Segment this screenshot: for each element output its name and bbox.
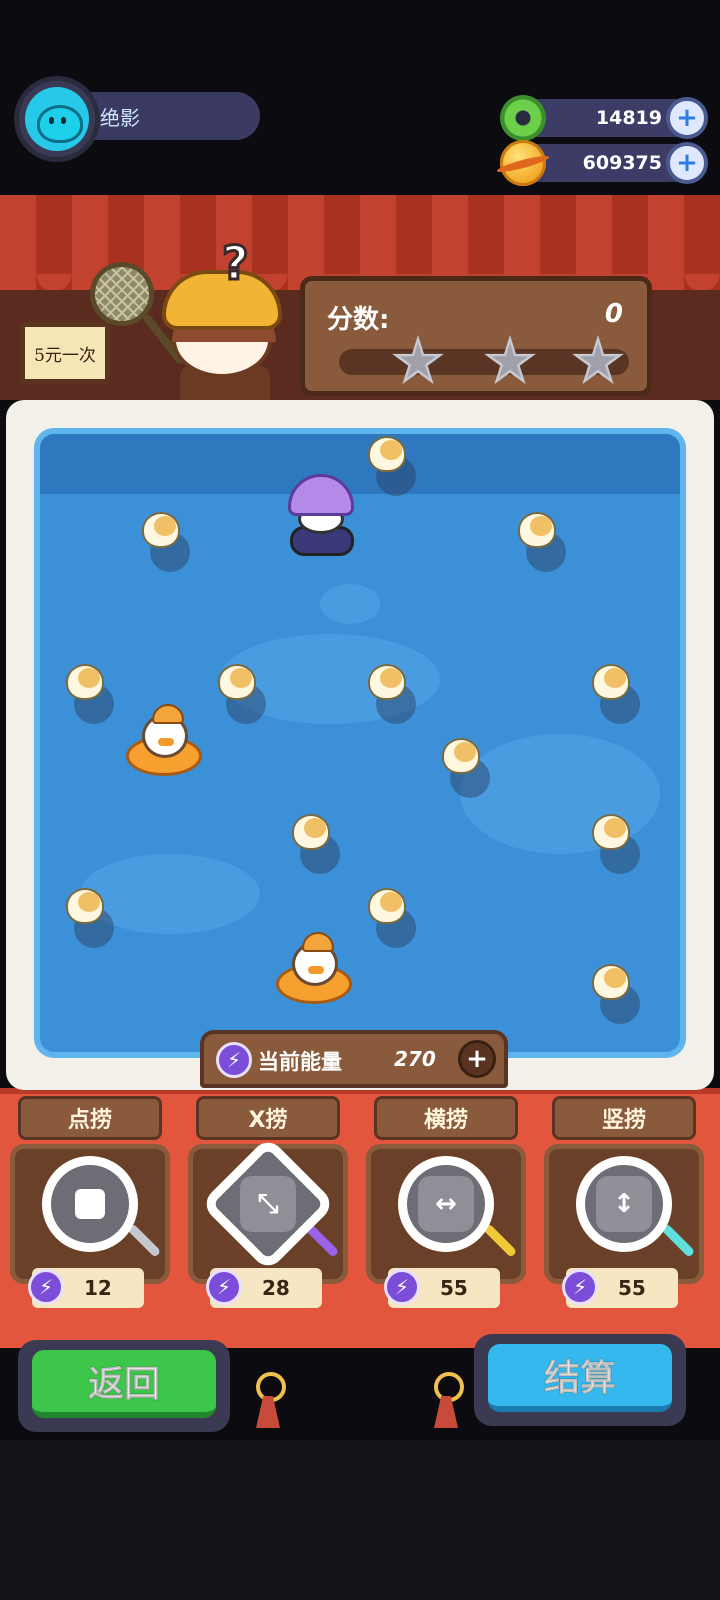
tool-cost: ⚡ 12 [28, 1268, 144, 1308]
tool-cost: ⚡ 55 [562, 1268, 678, 1308]
donut-currency: 14819 + [500, 95, 708, 141]
tool-cost: ⚡ 28 [206, 1268, 322, 1308]
jellyfish[interactable] [442, 738, 490, 798]
planet-icon [500, 140, 546, 186]
pendant-decoration [432, 1372, 464, 1432]
back-button[interactable]: 返回 [32, 1350, 216, 1418]
jellyfish[interactable] [368, 888, 416, 948]
energy-value: 270 [394, 1047, 436, 1071]
tool-vertical-scoop[interactable]: 竖捞 ↕ ⚡ 55 [540, 1096, 708, 1328]
player-avatar[interactable] [14, 76, 100, 162]
tool-label: 竖捞 [552, 1096, 696, 1140]
pendant-decoration [254, 1372, 286, 1432]
penguin-player [280, 474, 360, 574]
horizontal-net-icon: ↔ [398, 1156, 494, 1252]
vertical-net-icon: ↕ [576, 1156, 672, 1252]
back-button-frame: 返回 [18, 1340, 230, 1432]
lightning-icon: ⚡ [216, 1042, 252, 1078]
donut-count: 14819 [595, 107, 662, 129]
cat-avatar-icon [25, 87, 89, 151]
duck-swim-ring[interactable] [126, 704, 206, 788]
lightning-icon: ⚡ [562, 1269, 598, 1305]
jellyfish[interactable] [66, 664, 114, 724]
lightning-icon: ⚡ [28, 1269, 64, 1305]
score-value: 0 [604, 299, 623, 329]
tool-label: 点捞 [18, 1096, 162, 1140]
lightning-icon: ⚡ [384, 1269, 420, 1305]
add-energy-button[interactable]: + [458, 1040, 496, 1078]
tool-label: X捞 [196, 1096, 340, 1140]
tool-horizontal-scoop[interactable]: 横捞 ↔ ⚡ 55 [362, 1096, 530, 1328]
energy-bar: ⚡ 当前能量 270 + [200, 1030, 508, 1088]
question-mark-icon: ? [221, 235, 251, 292]
score-label: 分数: [327, 305, 390, 335]
bottom-backdrop [0, 1440, 720, 1600]
player-name: 绝影 [100, 106, 140, 130]
jellyfish[interactable] [66, 888, 114, 948]
tool-cost: ⚡ 55 [384, 1268, 500, 1308]
jellyfish[interactable] [142, 512, 190, 572]
jellyfish[interactable] [592, 664, 640, 724]
energy-label: 当前能量 [258, 1050, 342, 1074]
duck-swim-ring[interactable] [276, 932, 356, 1016]
settle-button-frame: 结算 [474, 1334, 686, 1426]
score-panel: 分数: 0 [300, 276, 652, 396]
lightning-icon: ⚡ [206, 1269, 242, 1305]
settle-button[interactable]: 结算 [488, 1344, 672, 1412]
jellyfish[interactable] [292, 814, 340, 874]
coin-count: 609375 [582, 152, 662, 174]
jellyfish[interactable] [592, 964, 640, 1024]
dot-net-icon [42, 1156, 138, 1252]
price-sign: 5元一次 [20, 322, 110, 384]
jellyfish[interactable] [218, 664, 266, 724]
jellyfish[interactable] [368, 436, 416, 496]
add-coin-button[interactable]: + [666, 142, 708, 184]
jellyfish[interactable] [518, 512, 566, 572]
tool-x-scoop[interactable]: X捞 ⤡ ⚡ 28 [184, 1096, 352, 1328]
tool-dot-scoop[interactable]: 点捞 ⚡ 12 [6, 1096, 174, 1328]
donut-icon [500, 95, 546, 141]
coin-currency: 609375 + [500, 140, 708, 186]
jellyfish[interactable] [592, 814, 640, 874]
add-donut-button[interactable]: + [666, 97, 708, 139]
jellyfish[interactable] [368, 664, 416, 724]
otter-vendor [90, 262, 290, 402]
tool-label: 横捞 [374, 1096, 518, 1140]
